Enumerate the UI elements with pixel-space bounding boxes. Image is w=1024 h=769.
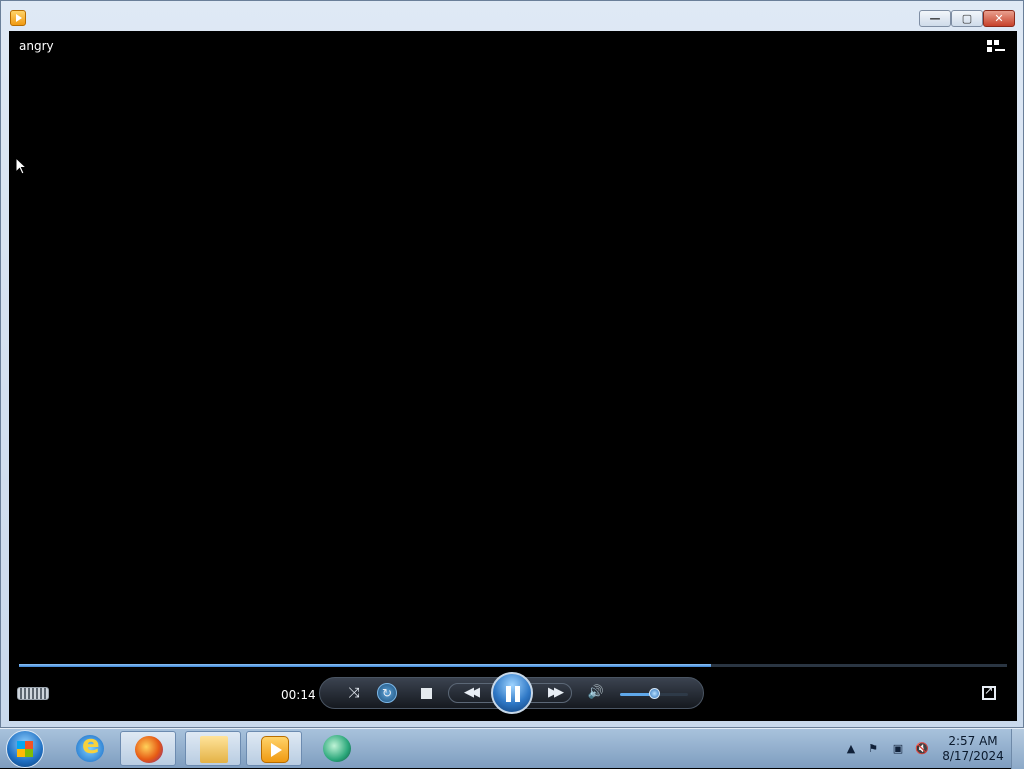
- app-icon: [323, 735, 351, 762]
- speaker-icon: 🔊: [587, 685, 605, 700]
- show-desktop-button[interactable]: [1011, 729, 1024, 769]
- next-icon: ▶▶: [548, 685, 564, 700]
- pause-icon-part: [515, 686, 520, 702]
- taskbar-internet-explorer[interactable]: [62, 730, 118, 766]
- switch-to-library-icon-part: [994, 40, 999, 45]
- system-clock[interactable]: 2:57 AM 8/17/2024: [940, 734, 1006, 764]
- taskbar-app[interactable]: [309, 731, 365, 766]
- shuffle-button[interactable]: ⤨: [346, 685, 362, 701]
- mouse-cursor-icon: [15, 157, 28, 175]
- seek-bar-fill: [19, 664, 711, 667]
- file-explorer-icon: [200, 736, 228, 763]
- playback-controls: ⤨ ↻ ◀◀ ▶▶ 🔊: [319, 672, 704, 714]
- clock-time: 2:57 AM: [948, 734, 998, 748]
- caption-buttons: — ▢ ✕: [919, 10, 1015, 28]
- maximize-button[interactable]: ▢: [951, 10, 983, 27]
- action-center-icon[interactable]: ⚑: [866, 743, 880, 755]
- seek-bar[interactable]: [19, 664, 1007, 667]
- volume-muted-icon[interactable]: 🔇: [915, 743, 929, 755]
- taskbar-windows-media-player[interactable]: [246, 731, 302, 766]
- close-button[interactable]: ✕: [983, 10, 1015, 27]
- shuffle-icon: ⤨: [348, 685, 360, 701]
- taskbar: ▲ ⚑ ▣ 🔇 2:57 AM 8/17/2024: [0, 728, 1024, 769]
- start-button[interactable]: [6, 730, 44, 768]
- maximize-icon: ▢: [961, 12, 973, 25]
- minimize-icon: —: [929, 12, 941, 25]
- repeat-button[interactable]: ↻: [377, 683, 397, 703]
- internet-explorer-icon: [76, 730, 104, 762]
- video-area[interactable]: angry 00:14 ⤨ ↻ ◀◀ ▶▶ 🔊: [9, 31, 1017, 721]
- repeat-icon: ↻: [381, 686, 393, 700]
- switch-to-library-icon-part: [987, 47, 992, 52]
- title-bar[interactable]: — ▢ ✕: [1, 1, 1023, 31]
- pause-icon: [506, 686, 511, 702]
- clock-date: 8/17/2024: [942, 749, 1004, 763]
- volume-thumb[interactable]: [649, 688, 660, 699]
- previous-icon: ◀◀: [464, 685, 480, 700]
- speaker-muted-icon: 🔇: [915, 742, 929, 755]
- minimize-button[interactable]: —: [919, 10, 951, 27]
- resize-grip[interactable]: [17, 687, 49, 700]
- now-playing-title: angry: [19, 39, 54, 53]
- pause-button[interactable]: [491, 672, 533, 714]
- show-hidden-icons-button[interactable]: ▲: [844, 743, 858, 755]
- windows-media-player-icon[interactable]: [10, 10, 26, 26]
- media-player-window: — ▢ ✕ angry 00:14 ⤨ ↻ ◀◀ ▶▶ 🔊 ↗: [0, 0, 1024, 728]
- chevron-up-icon: ▲: [846, 742, 856, 755]
- firefox-icon: [135, 736, 163, 763]
- stop-button[interactable]: [421, 688, 432, 699]
- switch-to-library-icon-part: [995, 49, 1005, 51]
- close-icon: ✕: [994, 12, 1004, 25]
- network-icon-glyph: ▣: [892, 742, 904, 755]
- mute-button[interactable]: 🔊: [587, 684, 605, 702]
- volume-slider[interactable]: [620, 688, 688, 699]
- next-button[interactable]: ▶▶: [542, 684, 566, 702]
- switch-to-library-button[interactable]: [987, 39, 1005, 55]
- taskbar-firefox[interactable]: [120, 731, 176, 766]
- taskbar-file-explorer[interactable]: [185, 731, 241, 766]
- elapsed-time: 00:14: [281, 688, 316, 702]
- network-icon[interactable]: ▣: [891, 743, 905, 755]
- previous-button[interactable]: ◀◀: [458, 684, 482, 702]
- windows-media-player-icon: [261, 736, 289, 763]
- fullscreen-button[interactable]: [982, 684, 996, 700]
- flag-icon: ⚑: [868, 742, 878, 755]
- switch-to-library-icon: [987, 40, 992, 45]
